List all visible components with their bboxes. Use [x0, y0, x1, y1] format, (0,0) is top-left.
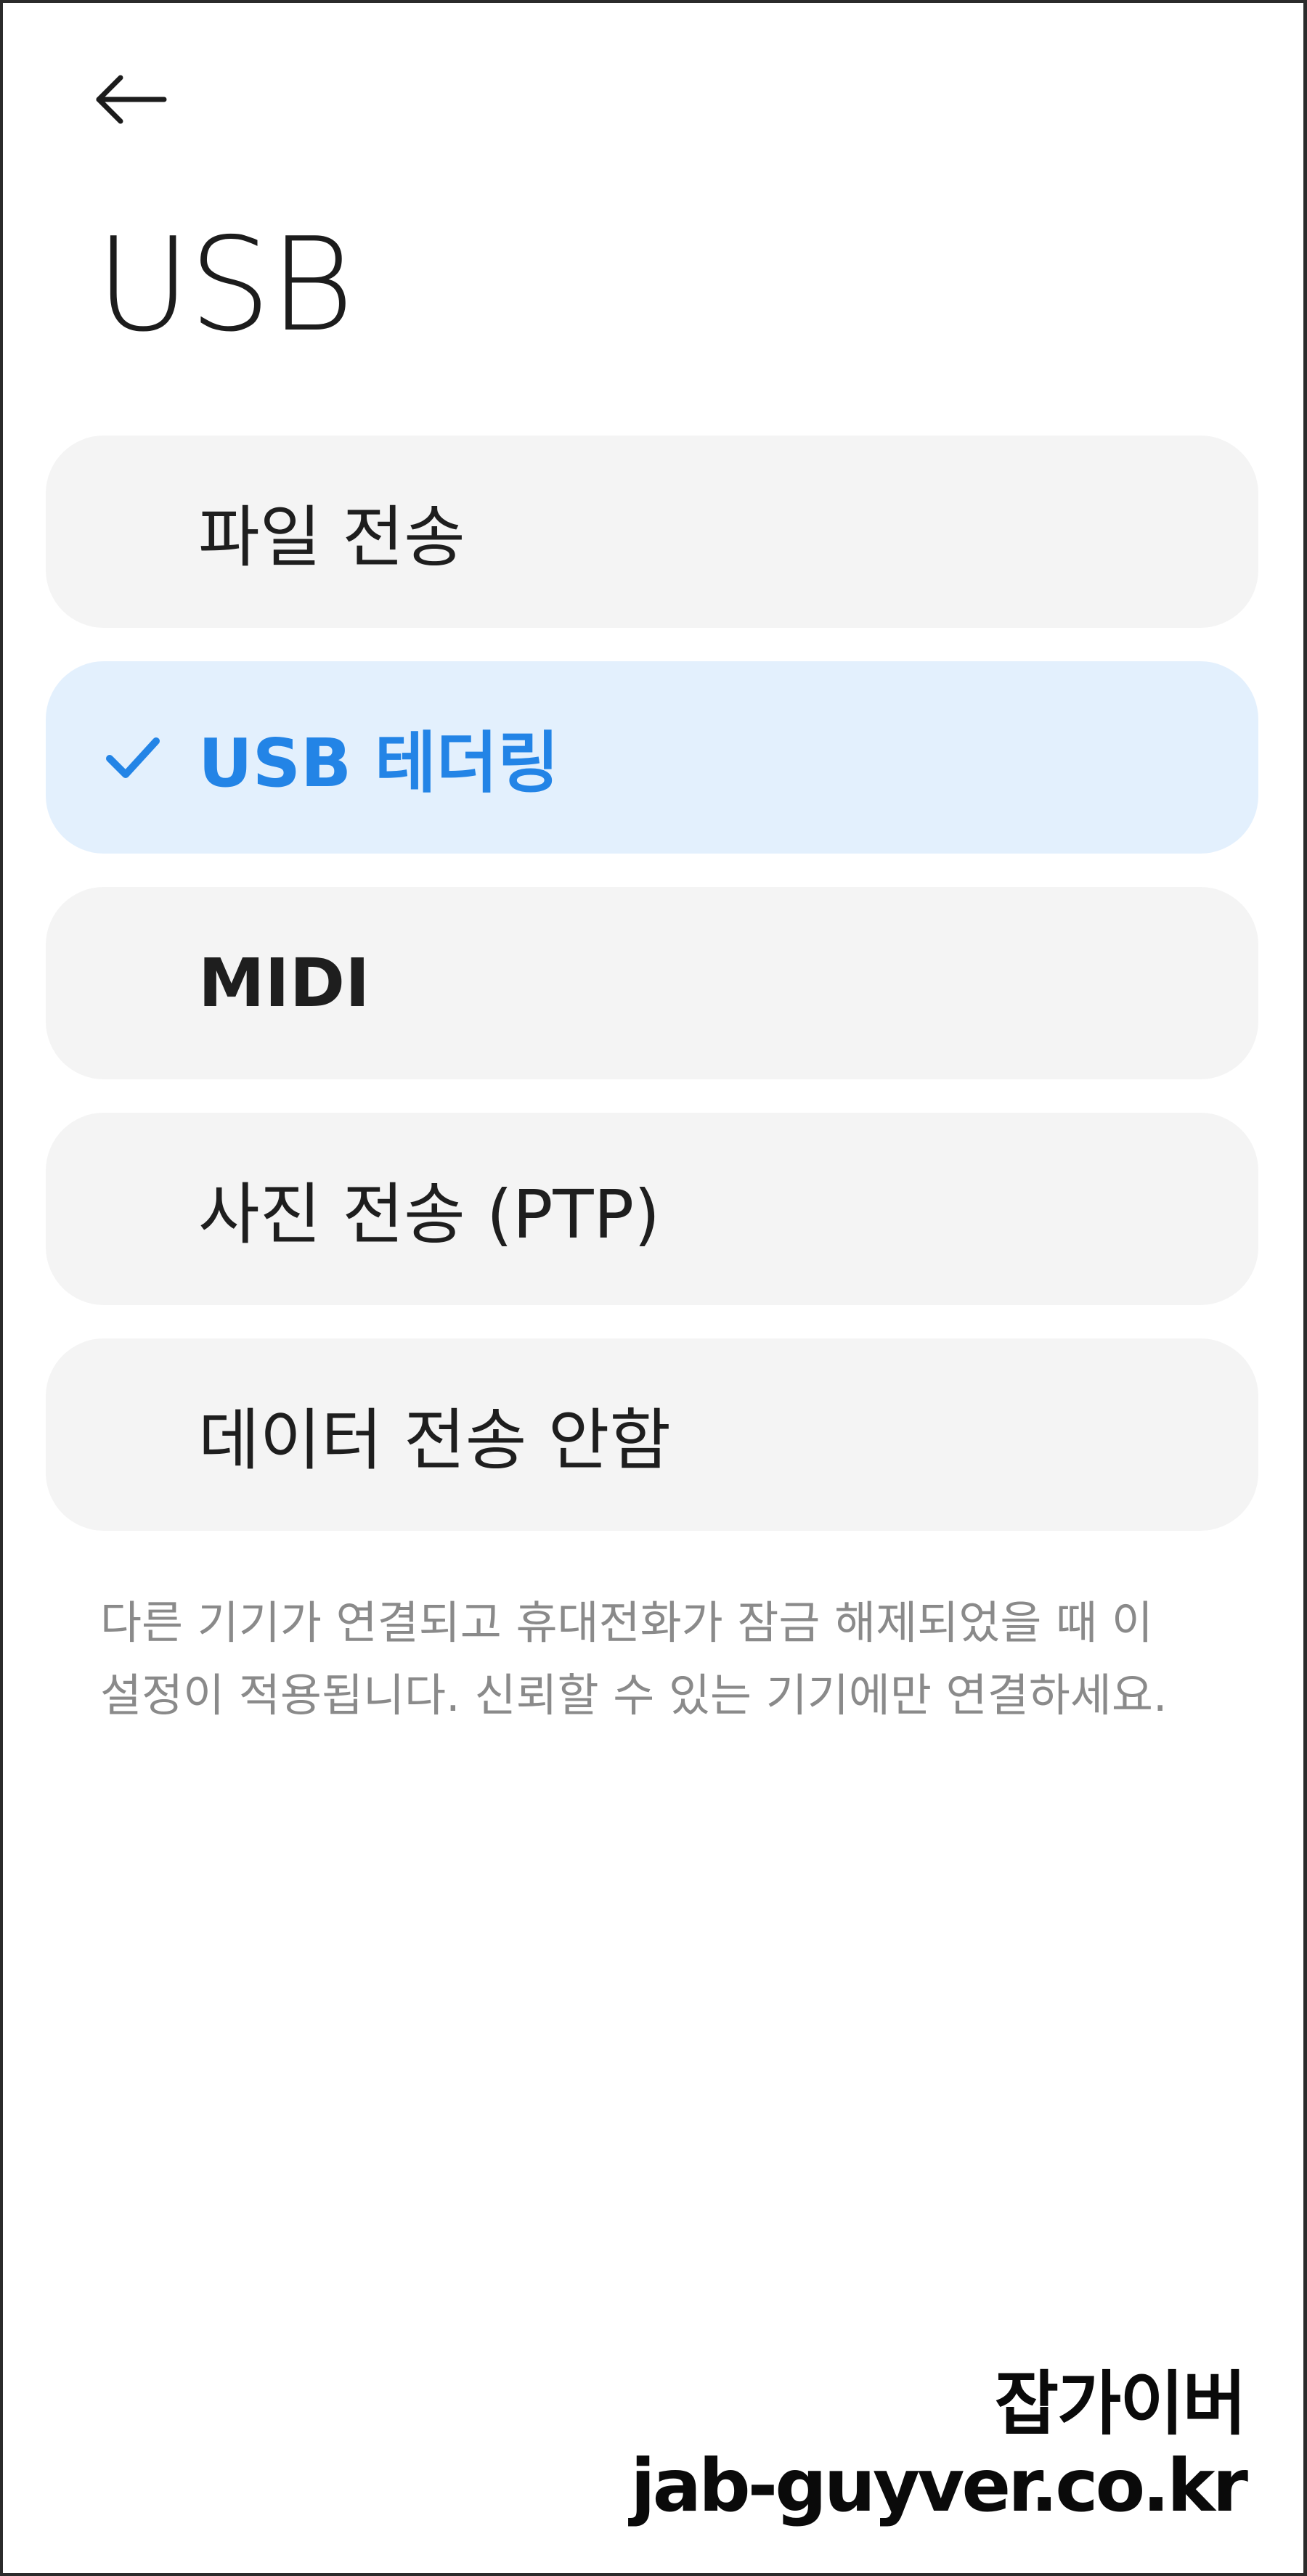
option-midi[interactable]: MIDI	[46, 887, 1258, 1079]
option-label: 사진 전송 (PTP)	[198, 1176, 660, 1254]
option-photo-transfer-ptp[interactable]: 사진 전송 (PTP)	[46, 1113, 1258, 1305]
option-label: MIDI	[198, 944, 370, 1022]
option-usb-tethering[interactable]: USB 테더링	[46, 661, 1258, 854]
option-label: 파일 전송	[198, 499, 465, 576]
screen-frame: USB 파일 전송 USB 테더링 MIDI 사진 전송 (PTP) 데이터 전…	[0, 0, 1307, 2576]
option-label: 데이터 전송 안함	[198, 1402, 671, 1479]
option-label: USB 테더링	[198, 724, 560, 802]
watermark: 잡가이버 jab-guyver.co.kr	[630, 2363, 1248, 2528]
option-file-transfer[interactable]: 파일 전송	[46, 436, 1258, 628]
option-no-data-transfer[interactable]: 데이터 전송 안함	[46, 1338, 1258, 1531]
watermark-line-2: jab-guyver.co.kr	[630, 2443, 1248, 2528]
checkmark-icon	[106, 737, 160, 778]
arrow-left-icon	[96, 75, 167, 124]
watermark-line-1: 잡가이버	[994, 2363, 1247, 2445]
usb-description-text: 다른 기기가 연결되고 휴대전화가 잠금 해제되었을 때 이 설정이 적용됩니다…	[100, 1596, 1168, 1722]
back-button[interactable]	[94, 60, 189, 139]
page-title: USB	[96, 210, 354, 360]
usb-mode-list: 파일 전송 USB 테더링 MIDI 사진 전송 (PTP) 데이터 전송 안함	[46, 436, 1258, 1564]
